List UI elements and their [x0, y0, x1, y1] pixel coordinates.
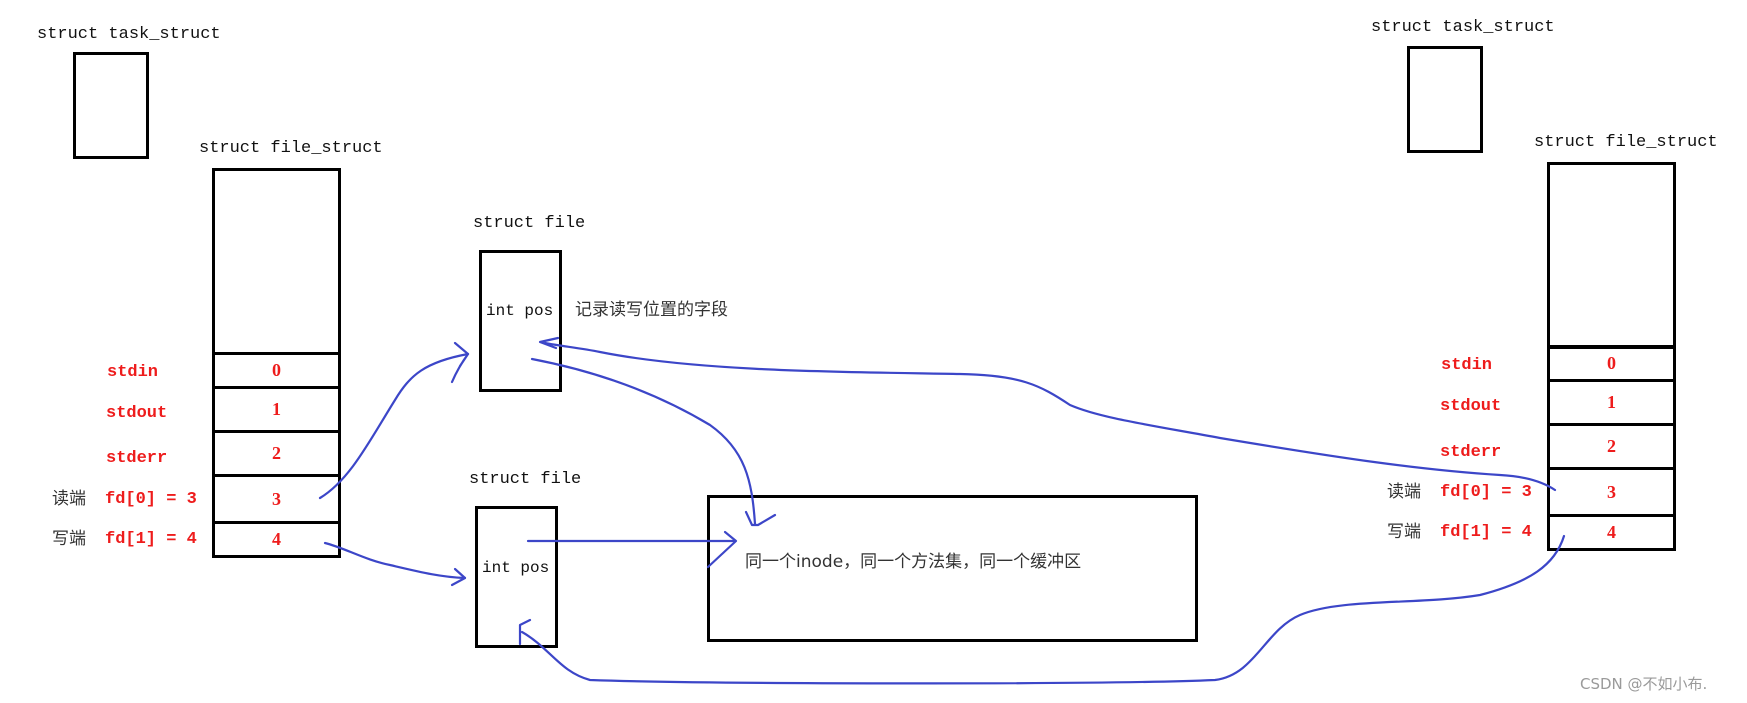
fd-index: 4 — [272, 529, 281, 549]
left-fd-cell-3: 3 — [212, 474, 341, 524]
fd-index: 1 — [272, 399, 281, 419]
arrow-left-write-to-file-bottom — [323, 541, 467, 580]
right-file-struct-label: struct file_struct — [1534, 133, 1718, 152]
left-read-end-label: 读端 — [52, 489, 86, 509]
csdn-watermark: CSDN @不如小布. — [1580, 675, 1708, 693]
left-fd-cell-4: 4 — [212, 521, 341, 558]
arrowhead-left-read — [450, 341, 470, 384]
arrow-left-read-to-file-top — [318, 352, 470, 500]
left-task-struct-box — [73, 52, 149, 159]
right-fd-name-stderr: stderr — [1440, 443, 1502, 462]
left-fd-name-stdout: stdout — [106, 404, 168, 423]
right-fd-name-stdout: stdout — [1440, 397, 1502, 416]
right-file-struct-box — [1547, 162, 1676, 349]
fd-index: 4 — [1607, 522, 1616, 542]
file-top-label: struct file — [473, 214, 586, 233]
left-fd-cell-2: 2 — [212, 430, 341, 477]
file-bottom-pos-field: int pos — [482, 559, 550, 577]
file-pos-note: 记录读写位置的字段 — [575, 300, 728, 320]
right-fd-cell-3: 3 — [1547, 467, 1676, 517]
left-file-struct-box — [212, 168, 341, 355]
left-fd-cell-1: 1 — [212, 386, 341, 433]
right-write-end-label: 写端 — [1387, 522, 1421, 542]
left-fd-name-read: fd[0] = 3 — [105, 490, 197, 509]
right-task-struct-box — [1407, 46, 1483, 153]
arrowhead-left-write — [450, 567, 467, 587]
fd-index: 2 — [1607, 436, 1616, 456]
file-top-pos-field: int pos — [486, 302, 554, 320]
left-fd-name-write: fd[1] = 4 — [105, 530, 197, 549]
fd-index: 2 — [272, 443, 281, 463]
left-fd-name-stdin: stdin — [107, 363, 159, 382]
file-bottom-box — [475, 506, 558, 648]
file-bottom-label: struct file — [469, 470, 582, 489]
right-fd-cell-2: 2 — [1547, 423, 1676, 470]
fd-index: 0 — [272, 360, 281, 380]
arrow-right-read-to-file-top — [543, 341, 1557, 492]
shared-inode-text: 同一个inode，同一个方法集，同一个缓冲区 — [745, 552, 1082, 572]
right-fd-name-stdin: stdin — [1441, 356, 1493, 375]
fd-index: 3 — [1607, 481, 1616, 502]
right-fd-name-read: fd[0] = 3 — [1440, 483, 1532, 502]
right-task-struct-label: struct task_struct — [1371, 18, 1555, 37]
right-fd-cell-4: 4 — [1547, 514, 1676, 551]
left-file-struct-label: struct file_struct — [199, 139, 383, 158]
left-write-end-label: 写端 — [52, 529, 86, 549]
fd-index: 0 — [1607, 353, 1616, 373]
right-fd-cell-1: 1 — [1547, 379, 1676, 426]
right-fd-name-write: fd[1] = 4 — [1440, 523, 1532, 542]
right-fd-cell-0: 0 — [1547, 345, 1676, 382]
fd-index: 1 — [1607, 392, 1616, 412]
right-read-end-label: 读端 — [1387, 482, 1421, 502]
file-top-box — [479, 250, 562, 392]
left-fd-cell-0: 0 — [212, 352, 341, 389]
fd-index: 3 — [272, 488, 281, 509]
left-task-struct-label: struct task_struct — [37, 25, 221, 44]
left-fd-name-stderr: stderr — [106, 449, 168, 468]
